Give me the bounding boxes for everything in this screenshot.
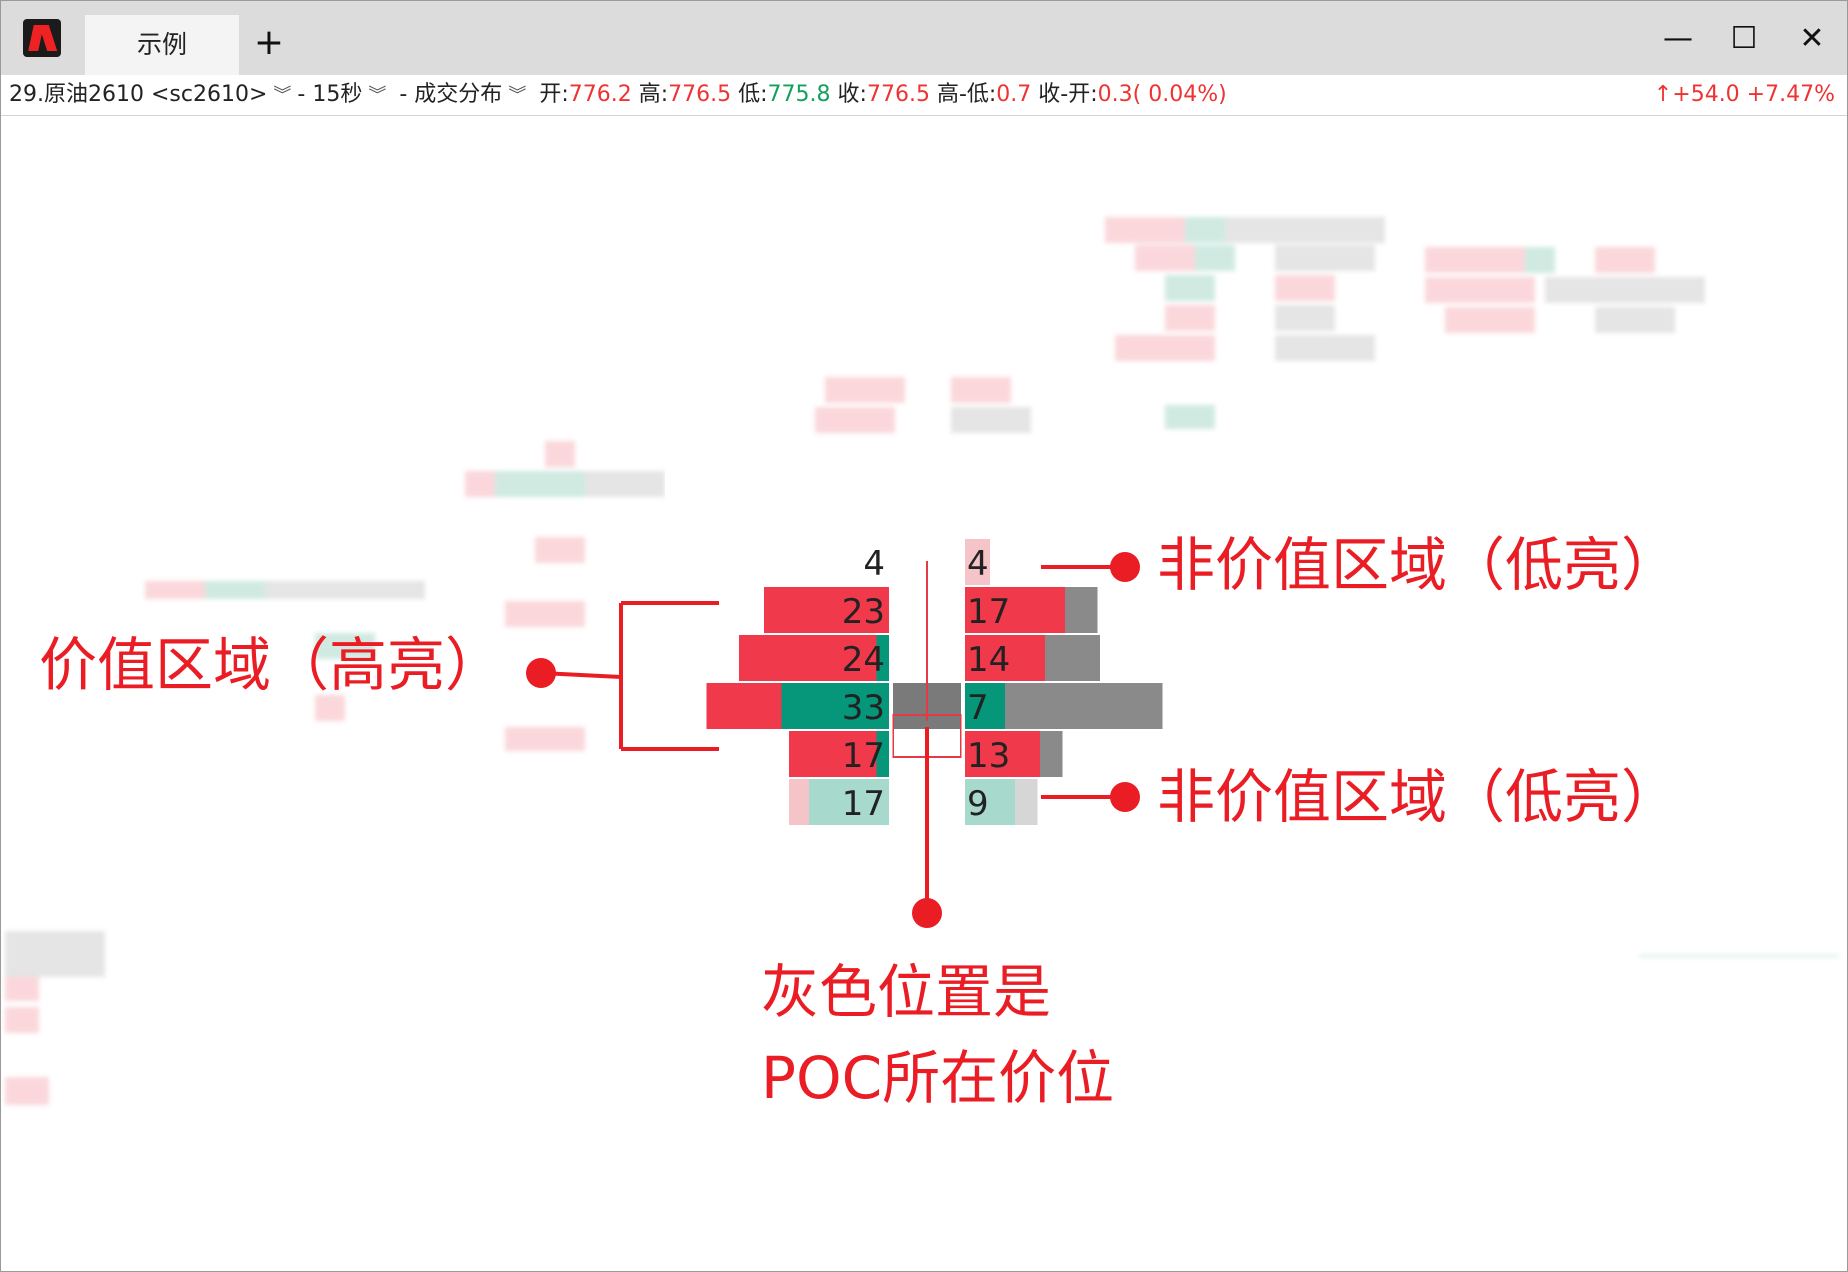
non-value-area-bottom-label: 非价值区域（低亮） bbox=[1157, 763, 1680, 831]
poc-label-line1: 灰色位置是 bbox=[761, 958, 1052, 1026]
poc-label: 灰色位置是 POC所在价位 bbox=[761, 949, 1114, 1121]
value-area-label: 价值区域（高亮） bbox=[39, 631, 504, 699]
non-value-area-top-label: 非价值区域（低亮） bbox=[1157, 531, 1680, 599]
non-value-top-dot bbox=[1110, 552, 1140, 582]
value-area-dot bbox=[526, 658, 556, 688]
app-window: 示例 + — ☐ ✕ 29.原油2610 <sc2610> ︾ - 15秒 ︾ - 成… bbox=[0, 0, 1848, 1272]
poc-dot bbox=[912, 898, 942, 928]
poc-label-line2: POC所在价位 bbox=[761, 1044, 1115, 1112]
non-value-bottom-dot bbox=[1110, 782, 1140, 812]
